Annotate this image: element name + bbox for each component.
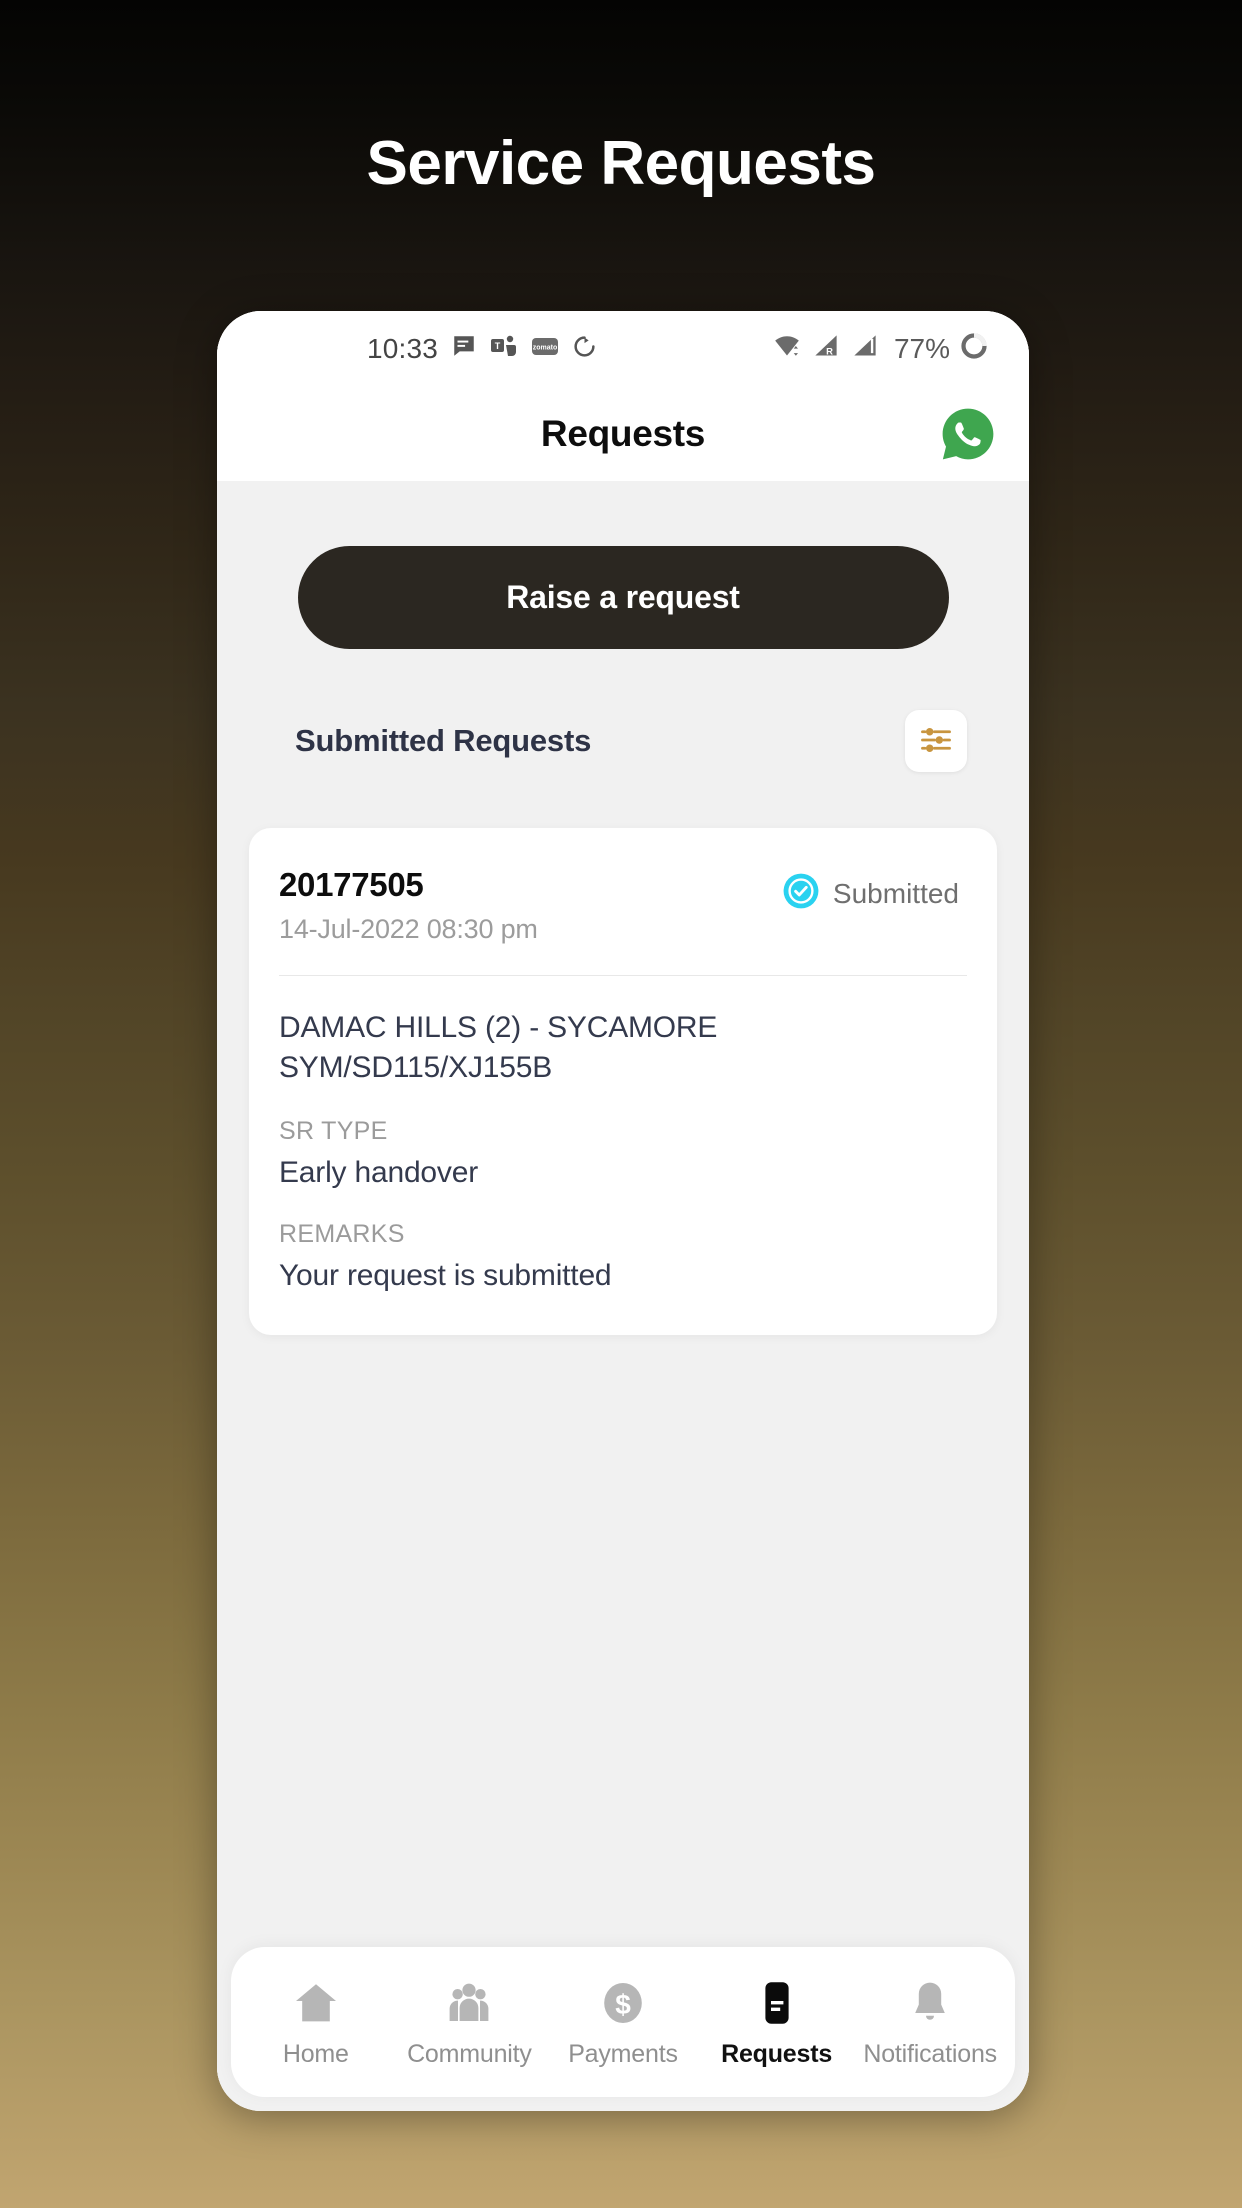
request-identity: 20177505 14-Jul-2022 08:30 pm	[279, 866, 538, 945]
page-title: Service Requests	[366, 129, 876, 198]
payments-icon: $	[599, 1976, 647, 2030]
remarks-label: REMARKS	[279, 1220, 405, 1249]
whatsapp-icon[interactable]	[939, 405, 997, 463]
svg-text:T: T	[495, 341, 501, 351]
status-time: 10:33	[367, 332, 439, 364]
nav-item-community[interactable]: Community	[394, 1976, 544, 2069]
request-id: 20177505	[279, 866, 424, 903]
battery-percent-label: 77%	[893, 332, 950, 364]
sync-icon	[572, 334, 597, 364]
roaming-label: R	[826, 346, 833, 357]
signal-roaming-icon: R	[811, 333, 841, 364]
request-card-body: DAMAC HILLS (2) - SYCAMORE SYM/SD115/XJ1…	[279, 976, 967, 1335]
request-card-header: 20177505 14-Jul-2022 08:30 pm Submitted	[279, 828, 967, 976]
app-bar-title: Requests	[540, 412, 706, 454]
submitted-requests-header: Submitted Requests	[249, 710, 997, 772]
status-label: Submitted	[832, 877, 959, 909]
nav-item-payments[interactable]: $ Payments	[548, 1976, 698, 2069]
signal-icon	[850, 333, 880, 364]
bottom-navigation: Home Community $ Payments Requests Notif…	[231, 1947, 1015, 2097]
nav-label-payments: Payments	[568, 2039, 678, 2068]
sr-type-label: SR TYPE	[279, 1117, 388, 1146]
nav-label-notifications: Notifications	[863, 2039, 997, 2068]
section-title: Submitted Requests	[295, 723, 592, 758]
svg-text:$: $	[615, 1989, 631, 2020]
community-icon	[445, 1976, 493, 2030]
teams-icon: T	[490, 333, 518, 364]
sr-type-value: Early handover	[279, 1156, 478, 1190]
raise-a-request-button[interactable]: Raise a request	[297, 546, 949, 649]
filter-button[interactable]	[905, 710, 967, 772]
messages-icon	[451, 333, 477, 364]
request-date: 14-Jul-2022 08:30 pm	[279, 914, 538, 944]
wifi-icon	[772, 333, 802, 364]
notifications-icon	[906, 1976, 954, 2030]
svg-text:zomato: zomato	[533, 345, 558, 352]
battery-icon	[959, 331, 989, 366]
requests-icon	[753, 1976, 801, 2030]
nav-item-home[interactable]: Home	[241, 1976, 391, 2069]
request-card[interactable]: 20177505 14-Jul-2022 08:30 pm Submitted	[249, 828, 997, 1336]
status-bar-left: 10:33 T zomato	[367, 333, 597, 365]
status-badge: Submitted	[782, 872, 967, 915]
check-circle-icon	[782, 872, 820, 915]
status-bar-right: R 77%	[772, 331, 989, 366]
nav-label-requests: Requests	[721, 2039, 833, 2068]
phone-frame: 10:33 T zomato R 77% Requests Raise a re…	[217, 311, 1029, 2111]
nav-item-requests[interactable]: Requests	[702, 1976, 852, 2069]
remarks-value: Your request is submitted	[279, 1259, 612, 1293]
main-content: Raise a request Submitted Requests 20177…	[217, 481, 1029, 2111]
status-bar: 10:33 T zomato R 77%	[217, 311, 1029, 386]
home-icon	[292, 1976, 340, 2030]
nav-label-home: Home	[282, 2039, 349, 2068]
property-name: DAMAC HILLS (2) - SYCAMORE SYM/SD115/XJ1…	[279, 1011, 718, 1084]
phone-screen: 10:33 T zomato R 77% Requests Raise a re…	[217, 311, 1029, 2111]
app-bar: Requests	[217, 386, 1029, 481]
nav-item-notifications[interactable]: Notifications	[855, 1976, 1005, 2069]
nav-label-community: Community	[407, 2039, 532, 2068]
zomato-icon: zomato	[531, 333, 559, 364]
filter-sliders-icon	[918, 722, 954, 761]
